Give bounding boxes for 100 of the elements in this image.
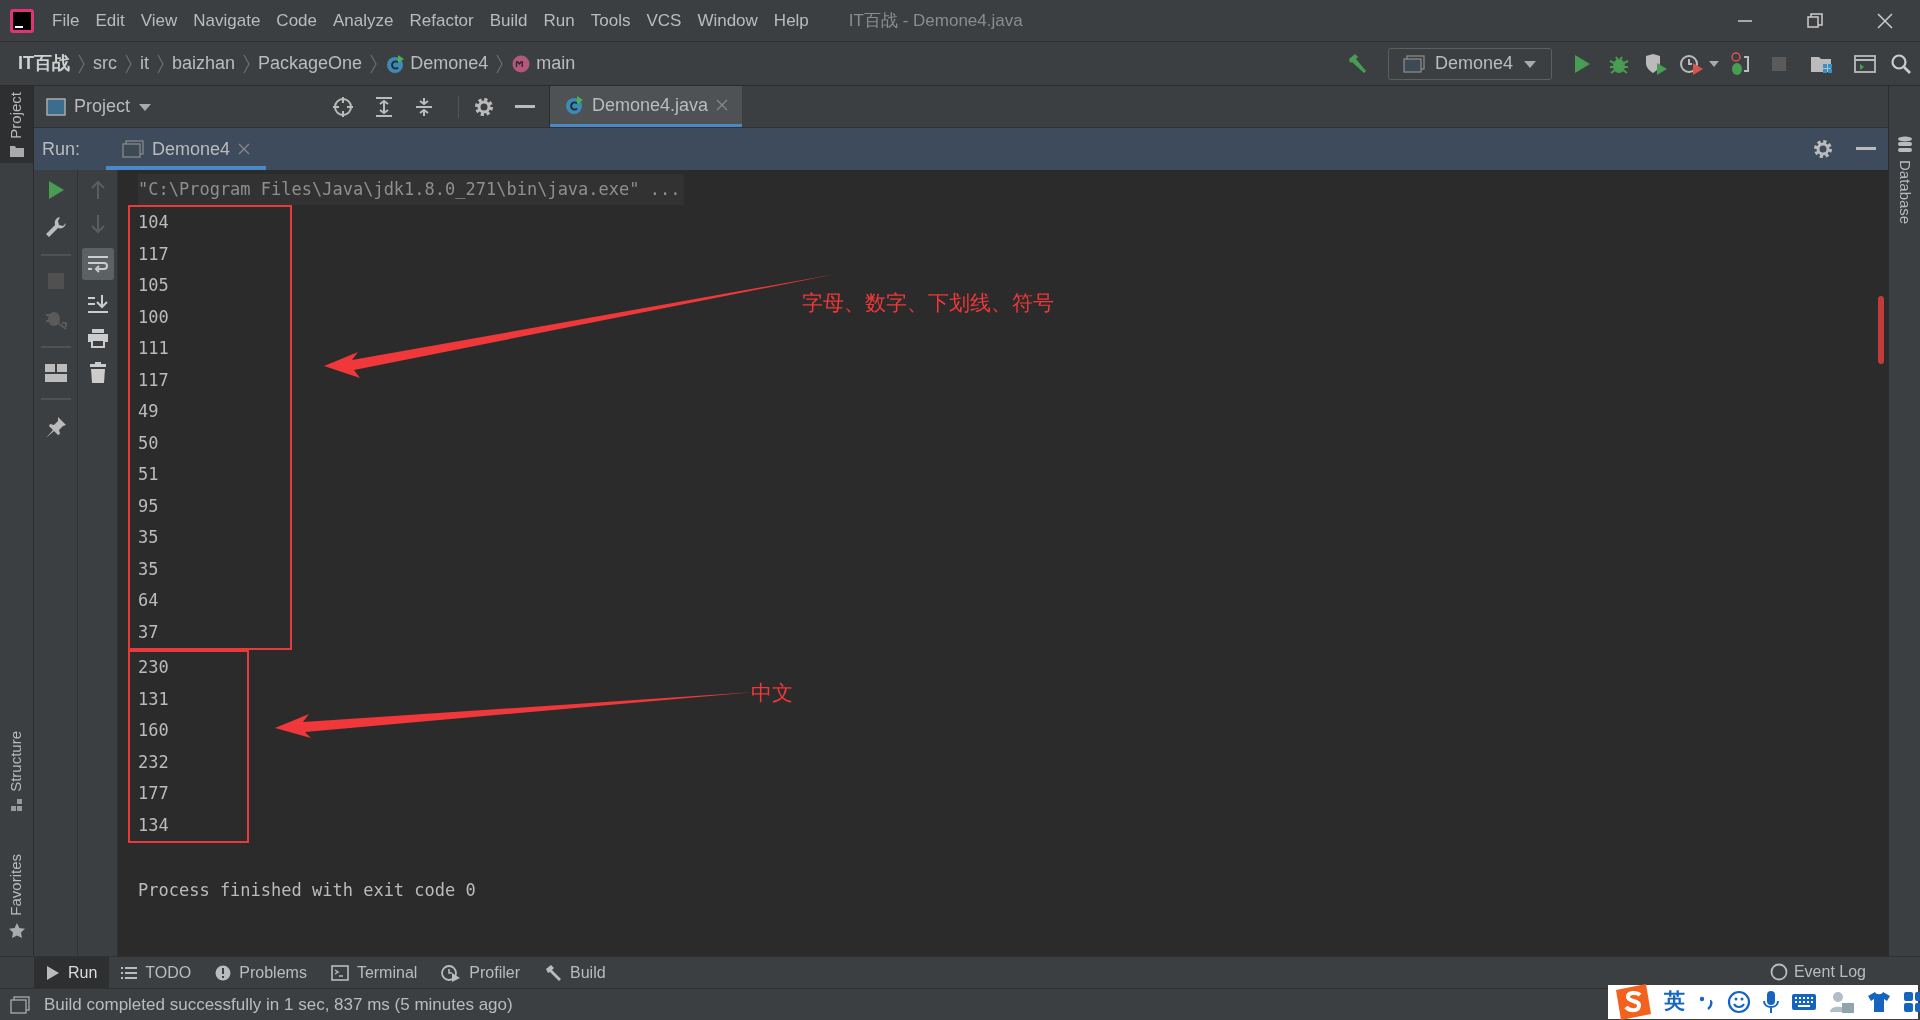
- chevron-icon: [369, 52, 379, 75]
- exclamation-icon: [215, 964, 232, 981]
- menu-item[interactable]: Help: [773, 7, 809, 34]
- microphone-icon[interactable]: [1763, 990, 1779, 1014]
- console-output-line: 177: [138, 782, 169, 805]
- side-tab[interactable]: Favorites: [0, 848, 33, 946]
- menu-item[interactable]: Refactor: [409, 7, 474, 34]
- chevron-icon: [156, 52, 165, 75]
- shield-run-icon[interactable]: [1644, 52, 1668, 75]
- console-output-line: 117: [138, 242, 169, 266]
- breadcrumb-item[interactable]: it: [140, 50, 149, 77]
- console-output-line: 111: [138, 337, 169, 360]
- console-output-line: 51: [138, 463, 159, 486]
- run-panel-title: Run:: [42, 137, 81, 161]
- stop-icon: [1770, 54, 1788, 73]
- menu-item[interactable]: Run: [543, 7, 575, 34]
- menu-item[interactable]: Window: [697, 7, 758, 34]
- menu-item[interactable]: View: [140, 7, 178, 34]
- breadcrumb-item[interactable]: Demone4: [385, 50, 489, 77]
- breadcrumb-item[interactable]: baizhan: [172, 50, 236, 77]
- menu-item[interactable]: Tools: [590, 7, 631, 34]
- console-output-line: 64: [138, 589, 159, 612]
- status-message: Build completed successfully in 1 sec, 837 ms (5 minutes ago): [44, 993, 513, 1016]
- chevron-icon: [495, 52, 505, 75]
- side-tab[interactable]: Database: [1893, 132, 1916, 229]
- class-icon: [385, 53, 406, 74]
- chevron-icon: [242, 52, 252, 75]
- layout-icon[interactable]: [44, 364, 67, 382]
- breadcrumb-item[interactable]: src: [93, 50, 117, 77]
- scrollbar-marker: [1878, 296, 1884, 364]
- attach-debugger-icon[interactable]: [1730, 51, 1752, 76]
- soft-wrap-icon[interactable]: [81, 248, 114, 280]
- minimize-panel-icon[interactable]: [515, 104, 535, 109]
- tool-window-tab[interactable]: Problems: [203, 957, 319, 988]
- settings-icon[interactable]: [1812, 138, 1834, 160]
- project-view-dropdown[interactable]: Project: [46, 93, 153, 120]
- tool-window-tab[interactable]: Run: [34, 957, 110, 988]
- expand-all-icon[interactable]: [374, 95, 394, 118]
- menu-item[interactable]: Analyze: [333, 7, 394, 34]
- collapse-all-icon[interactable]: [414, 95, 434, 118]
- settings-icon[interactable]: [458, 95, 495, 118]
- locate-icon[interactable]: [332, 95, 354, 118]
- console-output-line: 100: [138, 305, 169, 329]
- menu-item[interactable]: Edit: [95, 7, 125, 34]
- wrench-icon[interactable]: [44, 216, 67, 238]
- editor-tab[interactable]: Demone4.java: [550, 86, 743, 127]
- menu-item[interactable]: Build: [489, 7, 528, 34]
- grid-icon[interactable]: [1903, 991, 1920, 1013]
- scroll-to-end-icon[interactable]: [86, 294, 109, 314]
- tool-window-tab[interactable]: Terminal: [318, 957, 430, 988]
- breadcrumb-item[interactable]: main: [511, 50, 576, 77]
- tool-window-tab[interactable]: Build: [532, 957, 618, 988]
- menu-item[interactable]: VCS: [646, 7, 682, 34]
- status-panel-icon[interactable]: [10, 995, 30, 1014]
- event-log-tab[interactable]: Event Log: [1769, 961, 1866, 983]
- close-icon[interactable]: [1876, 11, 1894, 30]
- circle-icon: [1769, 963, 1788, 981]
- terminal-window-icon[interactable]: [1854, 53, 1876, 74]
- search-icon[interactable]: [1890, 52, 1912, 75]
- profiler-icon[interactable]: [1680, 52, 1704, 75]
- annotation-label: 字母、数字、下划线、符号: [802, 290, 1054, 317]
- restore-icon[interactable]: [1806, 11, 1824, 30]
- smiley-icon[interactable]: [1727, 990, 1751, 1014]
- menu-item[interactable]: File: [52, 7, 80, 34]
- input-mode-toggle[interactable]: 英: [1664, 986, 1685, 1018]
- profiler-icon: [441, 963, 462, 982]
- run-icon[interactable]: [46, 180, 65, 200]
- caret-icon: [1523, 58, 1537, 69]
- menu-item[interactable]: Navigate: [193, 7, 261, 34]
- breadcrumb-item[interactable]: IT百战: [18, 50, 70, 77]
- play-icon: [46, 964, 60, 981]
- menu-item[interactable]: Code: [276, 7, 317, 34]
- shirt-icon[interactable]: [1867, 991, 1891, 1013]
- run-configuration-dropdown[interactable]: Demone4: [1387, 47, 1552, 80]
- pin-icon[interactable]: [44, 416, 67, 438]
- structure-icon: [9, 798, 24, 813]
- user-icon[interactable]: [1829, 990, 1855, 1014]
- tool-window-tab[interactable]: Profiler: [429, 957, 533, 988]
- tool-window-tab[interactable]: TODO: [109, 957, 204, 988]
- keyboard-icon[interactable]: [1791, 993, 1817, 1011]
- console-output-line: 49: [138, 400, 159, 423]
- run-icon[interactable]: [1572, 52, 1592, 75]
- console-output-line: 37: [138, 620, 159, 644]
- caret-icon[interactable]: [1708, 59, 1720, 68]
- console-output-line: 134: [138, 813, 169, 837]
- trash-icon[interactable]: [88, 362, 107, 384]
- database-icon: [1896, 136, 1913, 154]
- annotation-label: 中文: [751, 680, 793, 707]
- breadcrumb-item[interactable]: PackageOne: [258, 50, 363, 77]
- side-tab[interactable]: Structure: [0, 725, 33, 819]
- panel-icon: [46, 97, 66, 116]
- console-output-line: 232: [138, 750, 169, 774]
- print-icon[interactable]: [86, 328, 109, 348]
- side-tab[interactable]: Project: [0, 86, 33, 163]
- console-output-line: 105: [138, 274, 169, 297]
- sogou-logo-icon[interactable]: [1614, 984, 1652, 1020]
- console-output-line: 95: [138, 494, 159, 518]
- window-icon: [122, 140, 145, 158]
- chevron-icon: [77, 52, 86, 75]
- minimize-panel-icon[interactable]: [1856, 147, 1876, 151]
